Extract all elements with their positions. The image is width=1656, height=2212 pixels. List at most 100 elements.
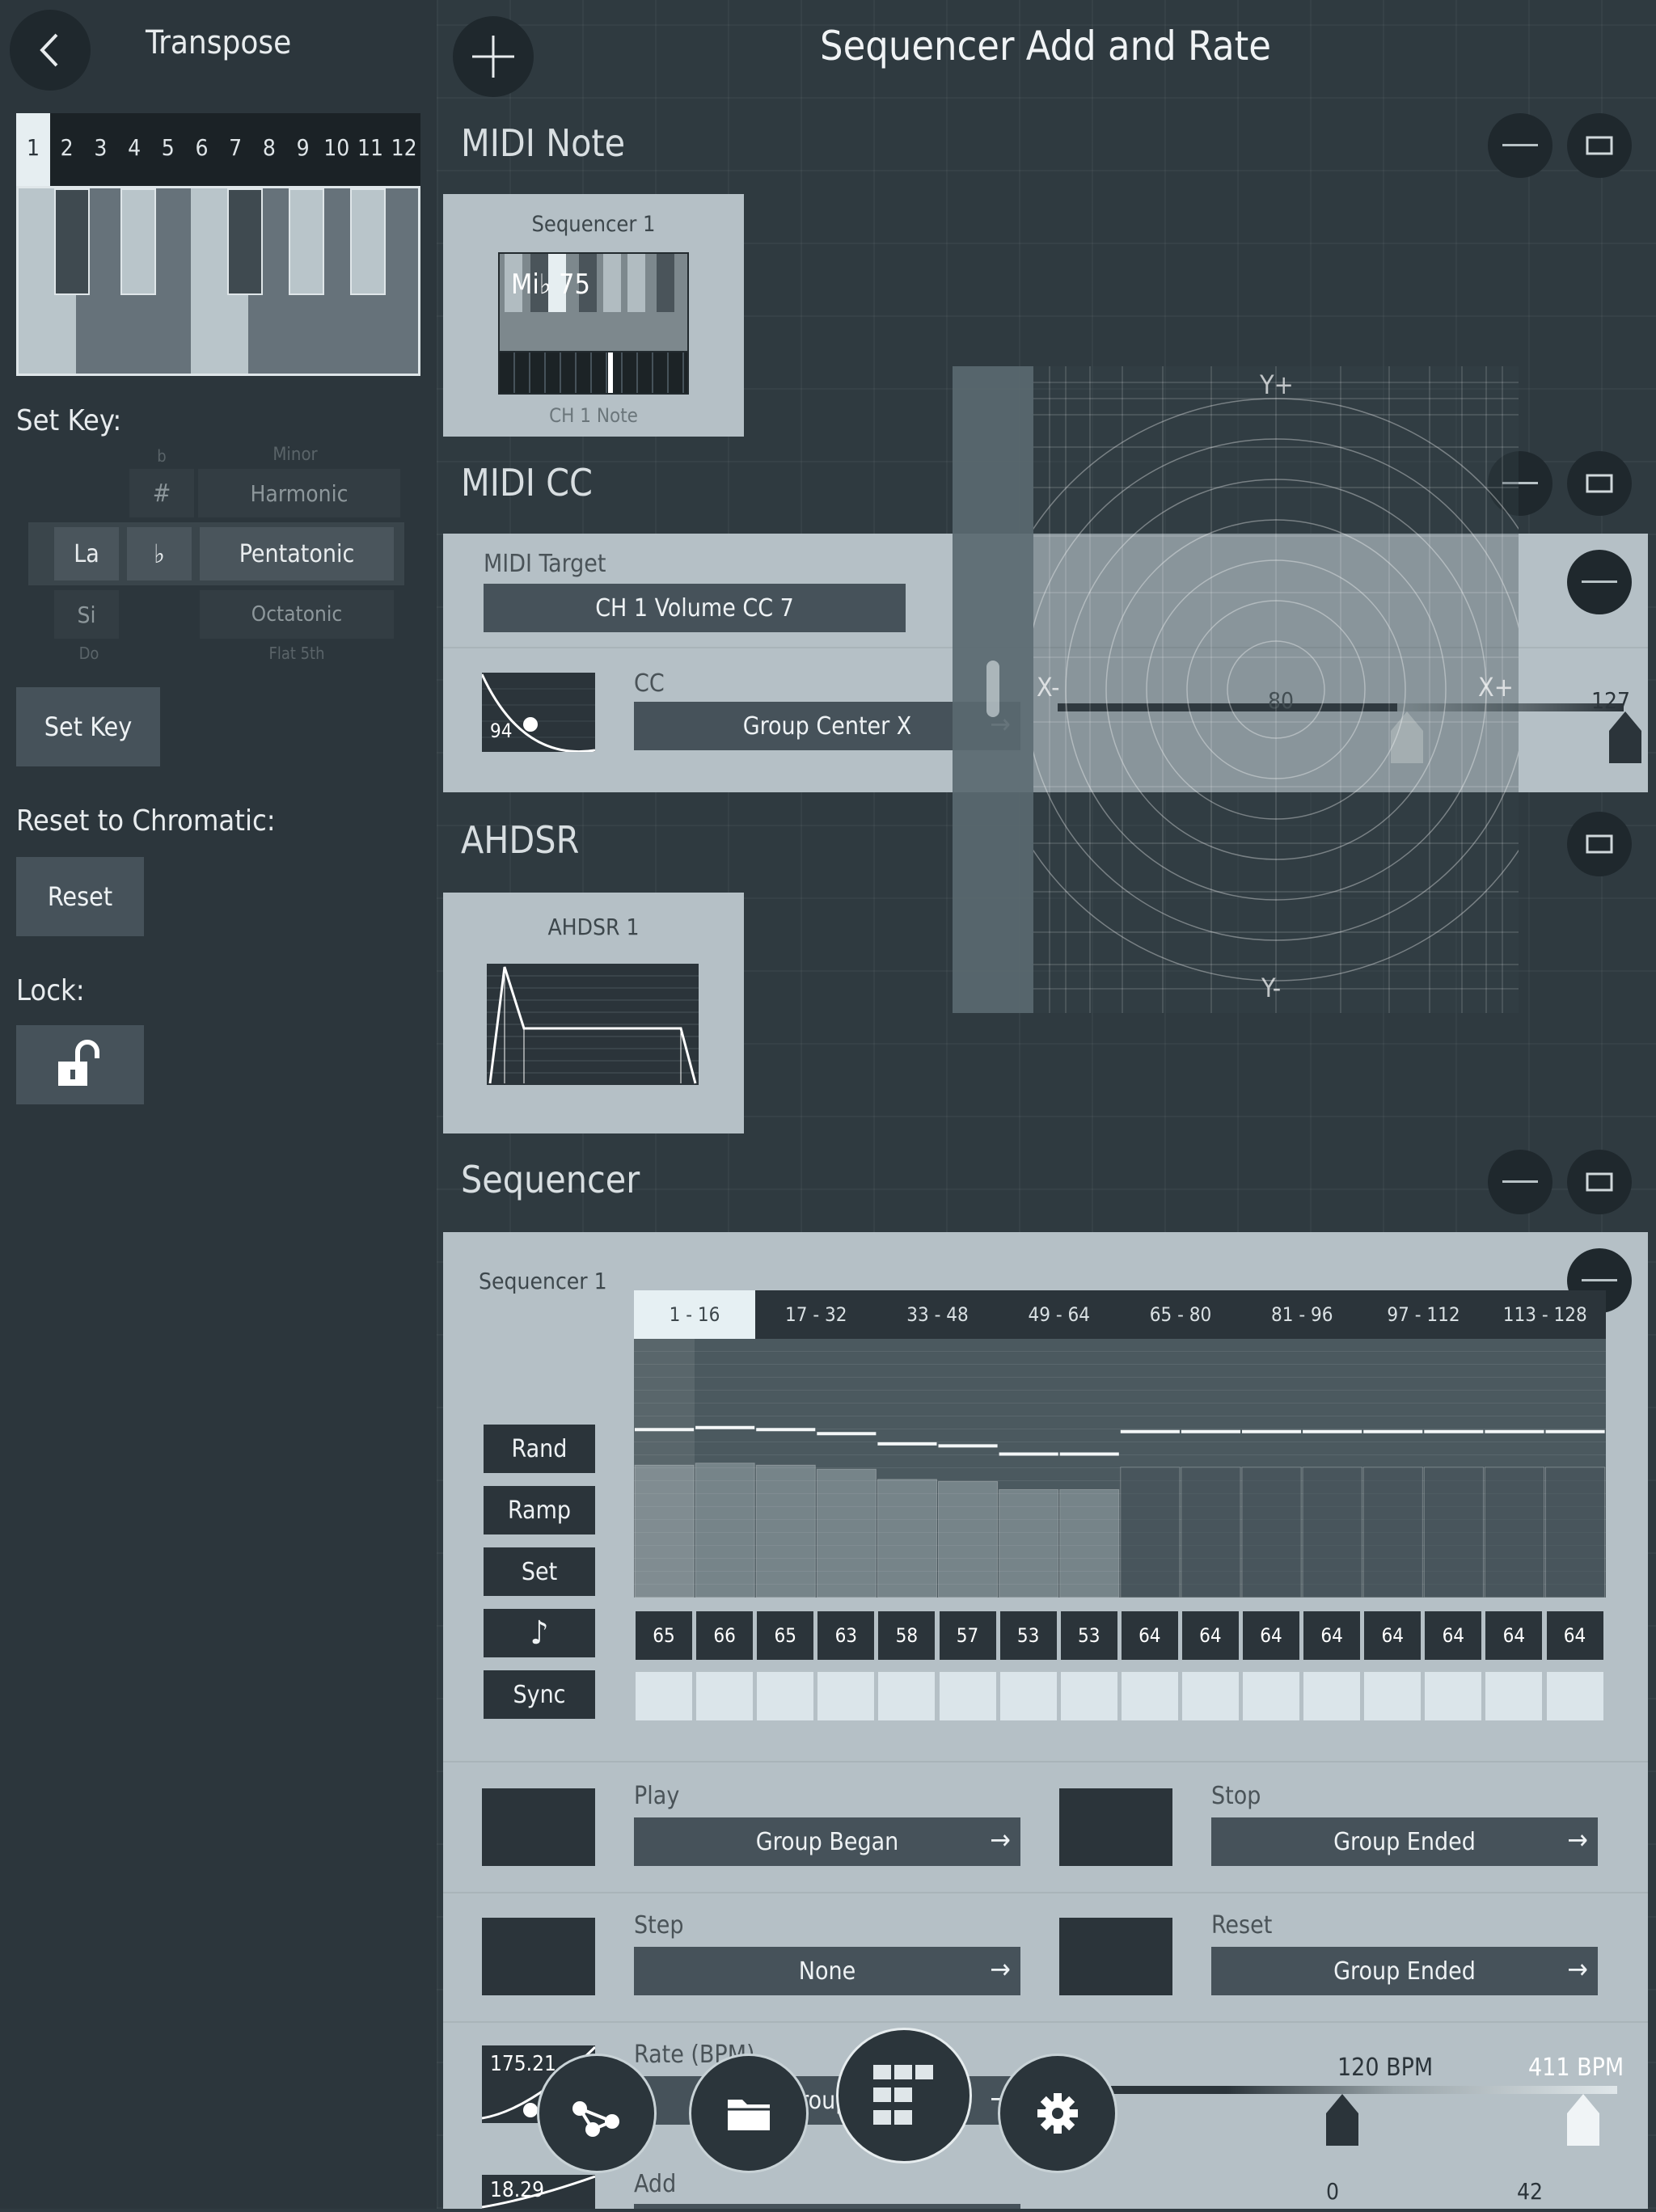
step-value[interactable]: 65 (636, 1611, 692, 1660)
step-trigger-pad[interactable] (482, 1918, 595, 1995)
picker-harmonic[interactable]: Harmonic (198, 469, 400, 517)
key-picker[interactable]: b Minor # Harmonic La ♭ Pentatonic Si Oc… (28, 437, 408, 663)
sequencer-tab-2[interactable]: 17 - 32 (755, 1290, 877, 1339)
transpose-key-9[interactable]: 9 (286, 113, 320, 181)
sync-cell[interactable] (1181, 1672, 1239, 1720)
transpose-key-1[interactable]: 1 (16, 113, 50, 181)
sync-cell[interactable] (1425, 1672, 1482, 1720)
step-bar[interactable] (1484, 1467, 1545, 1598)
lock-button[interactable] (16, 1025, 144, 1104)
sync-cell[interactable] (1485, 1672, 1543, 1720)
step-value[interactable]: 64 (1485, 1611, 1543, 1660)
add-curve-preview[interactable]: 18.29 (481, 2175, 596, 2209)
sync-cell[interactable] (636, 1672, 692, 1720)
transpose-key-7[interactable]: 7 (218, 113, 252, 181)
sync-cell[interactable] (999, 1672, 1057, 1720)
step-bar[interactable] (999, 1488, 1059, 1598)
step-value[interactable]: 64 (1425, 1611, 1482, 1660)
rate-slider-thumb[interactable] (1326, 2094, 1358, 2146)
transpose-key-11[interactable]: 11 (353, 113, 387, 181)
step-value[interactable]: 64 (1303, 1611, 1361, 1660)
collapse-sequencer-button[interactable] (1488, 1150, 1552, 1214)
step-value[interactable]: 64 (1181, 1611, 1239, 1660)
transpose-key-4[interactable]: 4 (117, 113, 151, 181)
step-value[interactable]: 64 (1546, 1611, 1603, 1660)
step-bar[interactable] (877, 1479, 937, 1598)
step-value[interactable]: 64 (1243, 1611, 1299, 1660)
step-value[interactable]: 65 (757, 1611, 814, 1660)
expand-midi-note-button[interactable] (1567, 113, 1632, 178)
step-source-selector[interactable]: None → (634, 1947, 1020, 1995)
step-bar[interactable] (1545, 1467, 1606, 1598)
step-value[interactable]: 63 (817, 1611, 875, 1660)
rate-slider[interactable]: 120 BPM 411 BPM (1059, 2054, 1625, 2151)
reset-trigger-pad[interactable] (1059, 1918, 1172, 1995)
set-key-button[interactable]: Set Key (16, 687, 160, 766)
picker-pentatonic[interactable]: Pentatonic (200, 527, 394, 580)
step-bar[interactable] (1059, 1488, 1120, 1598)
transpose-key-3[interactable]: 3 (83, 113, 117, 181)
step-value[interactable]: 58 (878, 1611, 936, 1660)
sync-cell[interactable] (1243, 1672, 1299, 1720)
add-button[interactable] (453, 16, 534, 97)
step-bar[interactable] (1423, 1467, 1484, 1598)
sequencer-tab-5[interactable]: 65 - 80 (1120, 1290, 1241, 1339)
step-bar[interactable] (938, 1480, 999, 1598)
sequencer-tab-8[interactable]: 113 - 128 (1485, 1290, 1606, 1339)
step-bar[interactable] (816, 1468, 877, 1598)
step-value[interactable]: 64 (1121, 1611, 1178, 1660)
connections-button[interactable] (537, 2054, 657, 2173)
sequencer-tab-4[interactable]: 49 - 64 (999, 1290, 1120, 1339)
sync-cell[interactable] (1060, 1672, 1117, 1720)
step-bar[interactable] (1241, 1467, 1302, 1598)
sync-button[interactable]: Sync (484, 1670, 595, 1719)
step-bar[interactable] (695, 1463, 755, 1598)
transpose-key-2[interactable]: 2 (50, 113, 84, 181)
xy-pad-handle[interactable] (953, 366, 1033, 1013)
expand-ahdsr-button[interactable] (1567, 812, 1632, 876)
files-button[interactable] (689, 2054, 809, 2173)
expand-midi-cc-button[interactable] (1567, 451, 1632, 516)
xy-pad[interactable]: Y+ Y- X- X+ (1033, 366, 1519, 1013)
rand-button[interactable]: Rand (484, 1425, 595, 1473)
rate-slider-max-thumb[interactable] (1567, 2094, 1599, 2146)
sync-cell[interactable] (817, 1672, 875, 1720)
ahdsr-card[interactable]: AHDSR 1 (443, 893, 744, 1133)
modules-button[interactable] (836, 2028, 972, 2163)
sync-cell[interactable] (757, 1672, 814, 1720)
stop-trigger-pad[interactable] (1059, 1788, 1172, 1866)
step-value[interactable]: 53 (1060, 1611, 1117, 1660)
step-bar[interactable] (634, 1464, 695, 1598)
sync-cell[interactable] (696, 1672, 754, 1720)
transpose-key-5[interactable]: 5 (151, 113, 185, 181)
picker-flat[interactable]: ♭ (127, 527, 192, 580)
reset-button[interactable]: Reset (16, 857, 144, 936)
note-length-button[interactable]: ♪ (484, 1609, 595, 1657)
step-value[interactable]: 64 (1364, 1611, 1422, 1660)
transpose-key-10[interactable]: 10 (319, 113, 353, 181)
play-trigger-pad[interactable] (482, 1788, 595, 1866)
transpose-key-12[interactable]: 12 (387, 113, 421, 181)
sync-cell[interactable] (1121, 1672, 1178, 1720)
midi-note-card[interactable]: Sequencer 1 Mi♭ 75 CH 1 Note (443, 194, 744, 437)
remove-cc-button[interactable] (1567, 550, 1632, 614)
play-source-selector[interactable]: Group Began → (634, 1817, 1020, 1866)
sequencer-tab-3[interactable]: 33 - 48 (877, 1290, 999, 1339)
stop-source-selector[interactable]: Group Ended → (1211, 1817, 1598, 1866)
back-button[interactable] (10, 10, 91, 91)
picker-sharp[interactable]: # (129, 469, 194, 517)
midi-target-selector[interactable]: CH 1 Volume CC 7 (484, 584, 906, 632)
sequencer-tab-7[interactable]: 97 - 112 (1363, 1290, 1485, 1339)
step-bar[interactable] (1181, 1467, 1241, 1598)
reset-source-selector[interactable]: Group Ended → (1211, 1947, 1598, 1995)
step-value[interactable]: 53 (999, 1611, 1057, 1660)
set-button[interactable]: Set (484, 1547, 595, 1596)
cc-slider-max-thumb[interactable] (1609, 711, 1641, 763)
sync-cell[interactable] (1303, 1672, 1361, 1720)
step-bar[interactable] (755, 1464, 816, 1598)
transpose-key-8[interactable]: 8 (252, 113, 286, 181)
sync-cell[interactable] (1364, 1672, 1422, 1720)
step-bar[interactable] (1120, 1467, 1181, 1598)
cc-curve-preview[interactable]: 94 (480, 673, 596, 754)
step-value[interactable]: 57 (939, 1611, 996, 1660)
